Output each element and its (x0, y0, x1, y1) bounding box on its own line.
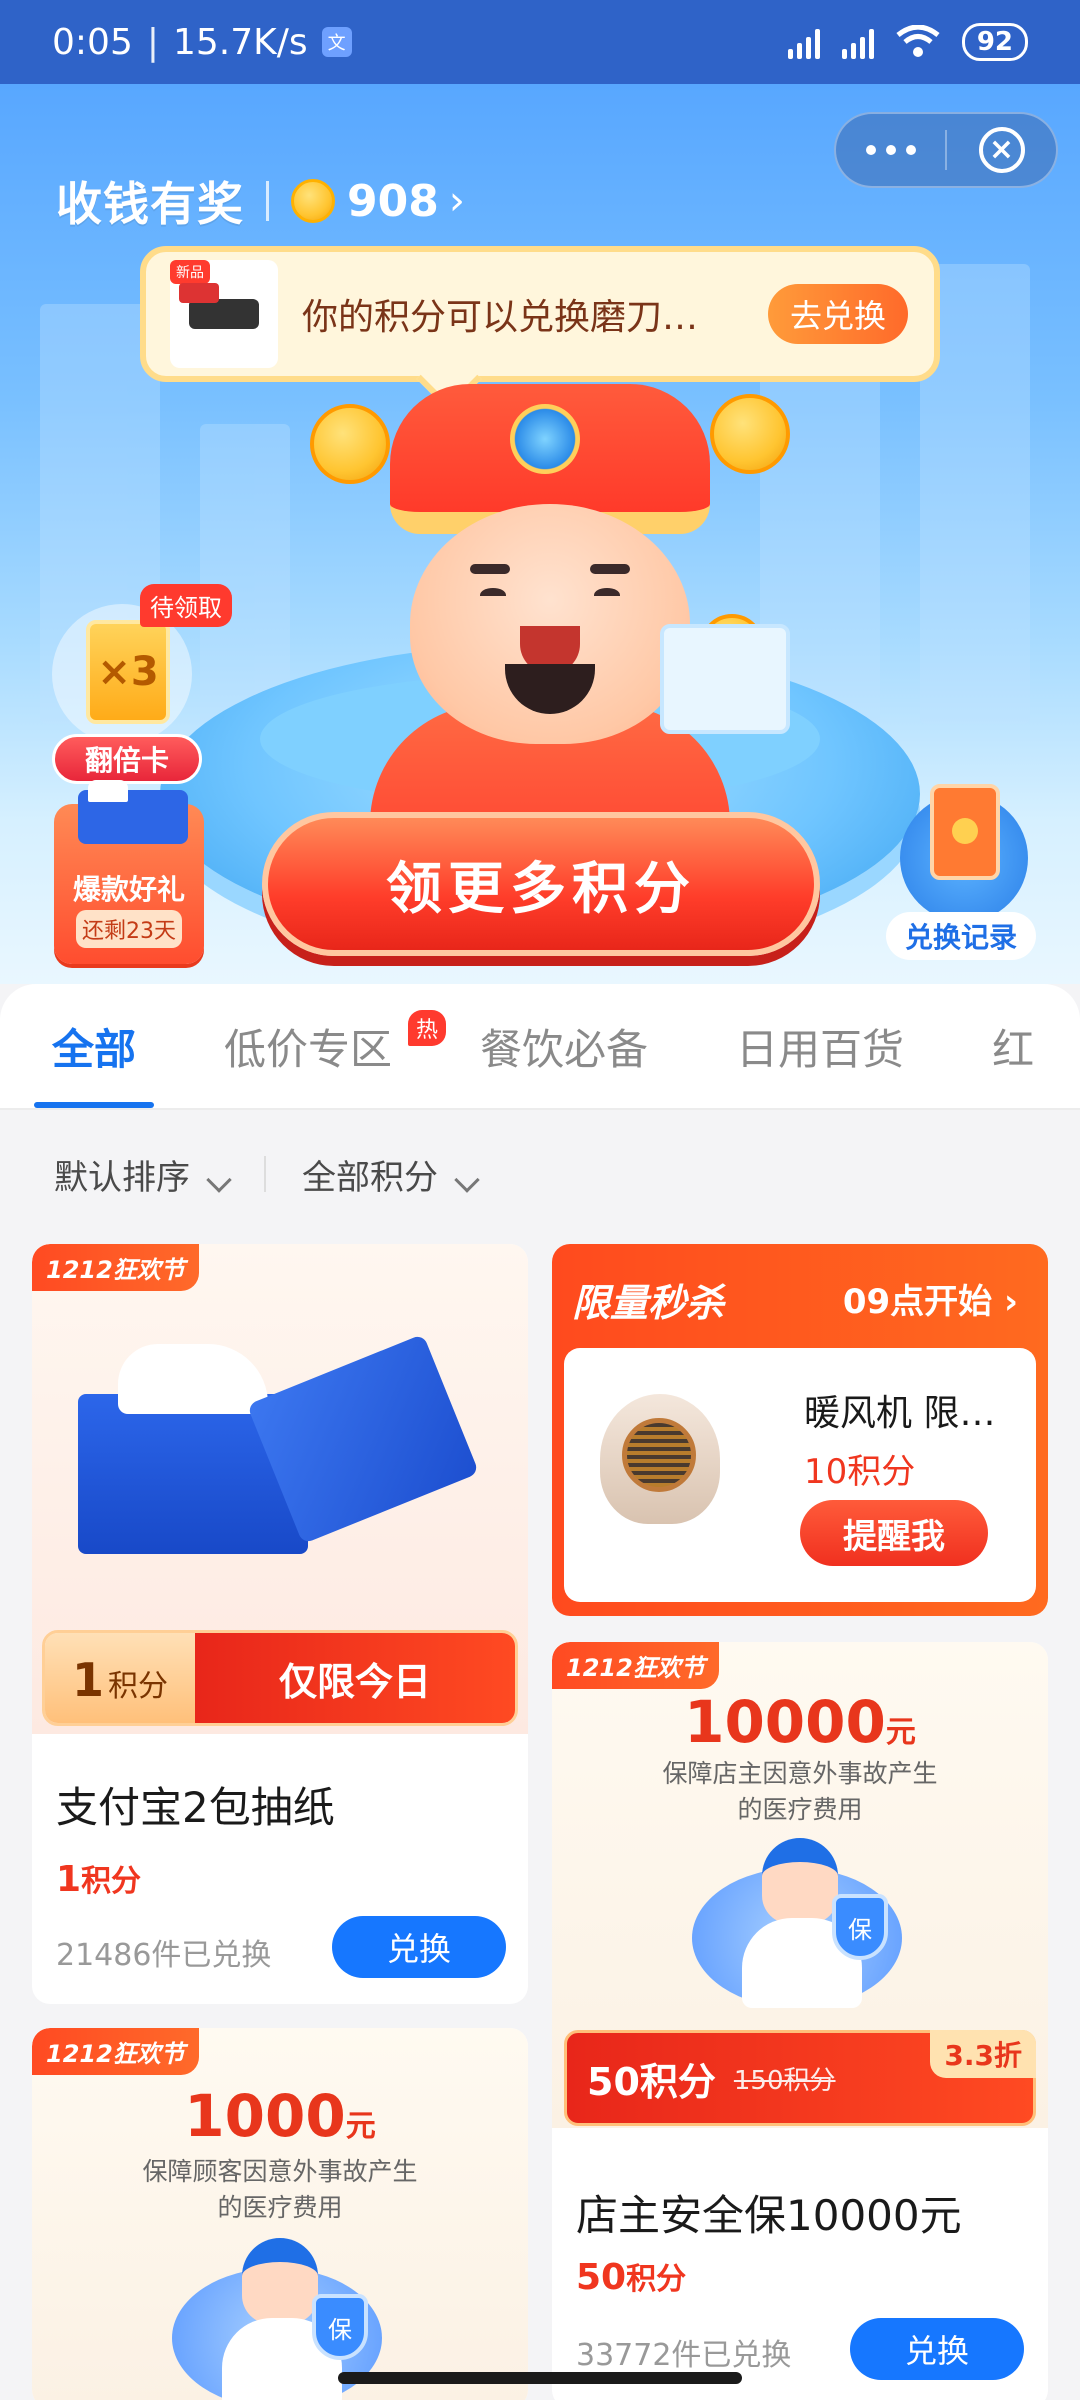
tissue-pack-icon (78, 780, 188, 844)
go-exchange-button[interactable]: 去兑换 (768, 284, 908, 344)
miniapp-capsule: × (834, 112, 1058, 188)
close-icon: × (978, 127, 1025, 173)
category-tabs: 全部 低价专区热 餐饮必备 日用百货 红 (0, 984, 1080, 1108)
chevron-right-icon: › (1003, 1282, 1018, 1322)
pending-badge: 待领取 (140, 584, 232, 627)
chevron-down-icon (454, 1166, 480, 1193)
points-balance[interactable]: 908 (347, 176, 439, 227)
notification-icon: 文 (321, 27, 352, 57)
exchange-record-widget[interactable]: 兑换记录 (886, 784, 1036, 964)
page-title: 收钱有奖 (56, 177, 244, 231)
tab-all[interactable]: 全部 (33, 984, 155, 1108)
status-bar: 0:05 | 15.7K/s 文 92 (0, 0, 1080, 84)
product-name: 支付宝2包抽纸 (56, 1783, 335, 1832)
status-separator: | (146, 21, 159, 63)
hot-badge: 热 (408, 1010, 447, 1046)
gift-title: 爆款好礼 (72, 873, 185, 906)
price-unit: 积分 (108, 1669, 168, 1704)
product-card-tissue[interactable]: 1212狂欢节 1 积分 仅限今日 支付宝2包抽纸 1积分 21486件已兑换 兑… (32, 1244, 528, 2004)
shield-icon: 保 (312, 2294, 368, 2360)
discount-badge: 3.3折 (930, 2030, 1036, 2078)
tab-daily-goods[interactable]: 日用百货 (736, 984, 904, 1108)
multiplier-card-icon: ×3 (86, 620, 170, 724)
price-banner: 1 积分 仅限今日 (42, 1630, 518, 1726)
heater-image (600, 1394, 730, 1544)
earn-more-points-button[interactable]: 领更多积分 (262, 812, 820, 956)
sort-divider (264, 1156, 266, 1192)
exchange-tip-card[interactable]: 新品 你的积分可以兑换磨刀… 去兑换 (140, 246, 940, 382)
double-card-widget[interactable]: 待领取 ×3 翻倍卡 (52, 584, 232, 794)
mascot-face (410, 504, 690, 744)
computer-monitor-icon (660, 624, 790, 734)
header-brand: 收钱有奖 908 › (56, 168, 465, 234)
close-button[interactable]: × (947, 127, 1056, 173)
product-panel: 全部 低价专区热 餐饮必备 日用百货 红 默认排序 全部积分 1212狂欢节 1… (0, 984, 1080, 2400)
flash-product-points: 10积分 (804, 1452, 916, 1492)
product-name: 店主安全保10000元 (576, 2191, 962, 2240)
shopkeeper-illustration: 保 (692, 1838, 912, 2008)
signal-icon (787, 25, 820, 59)
record-document-icon (930, 784, 1000, 880)
sort-order-dropdown[interactable]: 默认排序 (54, 1150, 232, 1199)
flash-product-name: 暖风机 限… (804, 1393, 996, 1434)
product-points: 50积分 (576, 2257, 687, 2298)
insurance-price: 50积分 (587, 2059, 716, 2104)
hot-gift-widget[interactable]: 爆款好礼 还剩23天 (54, 780, 204, 964)
flash-sale-card[interactable]: 限量秒杀 09点开始 › 暖风机 限… 10积分 提醒我 (552, 1244, 1048, 1616)
tip-text: 你的积分可以兑换磨刀… (302, 297, 699, 338)
coin-icon (291, 179, 335, 223)
flash-sale-title: 限量秒杀 (572, 1281, 725, 1325)
insurance-image: 1000元 保障顾客因意外事故产生 的医疗费用 保 (32, 2028, 528, 2400)
exchange-button[interactable]: 兑换 (332, 1916, 506, 1978)
exchange-record-label: 兑换记录 (886, 912, 1036, 960)
price-number: 1 (71, 1653, 104, 1707)
shield-icon: 保 (832, 1894, 888, 1960)
product-card-customer-insurance[interactable]: 1000元 保障顾客因意外事故产生 的医疗费用 保 1212狂欢节 (32, 2028, 528, 2400)
tab-low-price[interactable]: 低价专区热 (224, 984, 447, 1108)
flash-start-time[interactable]: 09点开始 › (843, 1274, 1018, 1323)
insurance-desc: 保障顾客因意外事故产生 的医疗费用 (142, 2157, 418, 2222)
product-card-shop-insurance[interactable]: 10000元 保障店主因意外事故产生 的医疗费用 保 50积分 150积分 3.3… (552, 1642, 1048, 2400)
sort-bar: 默认排序 全部积分 (0, 1110, 1080, 1238)
knife-sharpener-image: 新品 (170, 260, 278, 368)
status-network-speed: 15.7K/s (172, 21, 308, 63)
original-price: 150积分 (733, 2065, 836, 2096)
battery-icon: 92 (961, 23, 1028, 61)
status-time: 0:05 (52, 21, 133, 63)
sold-count: 33772件已兑换 (576, 2338, 792, 2373)
festival-ribbon: 1212狂欢节 (32, 2028, 199, 2075)
more-icon[interactable] (836, 145, 945, 155)
hat-gem (510, 404, 580, 474)
today-only-tag: 仅限今日 (195, 1633, 515, 1723)
festival-ribbon: 1212狂欢节 (32, 1244, 199, 1291)
insurance-price-banner: 50积分 150积分 3.3折 (564, 2030, 1036, 2126)
gift-remaining: 还剩23天 (76, 910, 182, 948)
festival-ribbon: 1212狂欢节 (552, 1642, 719, 1689)
flash-product[interactable]: 暖风机 限… 10积分 提醒我 (564, 1348, 1036, 1602)
tab-more[interactable]: 红 (992, 984, 1034, 1108)
tab-dining[interactable]: 餐饮必备 (480, 984, 648, 1108)
double-card-label: 翻倍卡 (52, 734, 202, 784)
coin-icon (710, 394, 790, 474)
remind-me-button[interactable]: 提醒我 (800, 1500, 988, 1566)
chevron-down-icon (206, 1166, 232, 1193)
hero-banner: 收钱有奖 908 › × 新品 你的积分可以兑换磨刀… 去兑换 待领取 ×3 翻… (0, 84, 1080, 984)
signal-icon (841, 25, 874, 59)
thumb-tag: 新品 (170, 260, 210, 284)
insurance-amount: 1000元 (184, 2082, 376, 2150)
insurance-desc: 保障店主因意外事故产生 的医疗费用 (662, 1759, 938, 1824)
wifi-icon (896, 25, 940, 57)
sold-count: 21486件已兑换 (56, 1938, 272, 1973)
chevron-right-icon[interactable]: › (449, 178, 465, 224)
home-indicator[interactable] (338, 2372, 742, 2384)
exchange-button[interactable]: 兑换 (850, 2318, 1024, 2380)
insurance-amount: 10000元 (684, 1688, 916, 1756)
insurance-image: 10000元 保障店主因意外事故产生 的医疗费用 保 50积分 150积分 3.3… (552, 1642, 1048, 2128)
coin-icon (310, 404, 390, 484)
sharpener-icon (179, 283, 259, 329)
points-filter-dropdown[interactable]: 全部积分 (302, 1150, 480, 1199)
product-points: 1积分 (56, 1859, 142, 1900)
title-divider (266, 181, 269, 221)
